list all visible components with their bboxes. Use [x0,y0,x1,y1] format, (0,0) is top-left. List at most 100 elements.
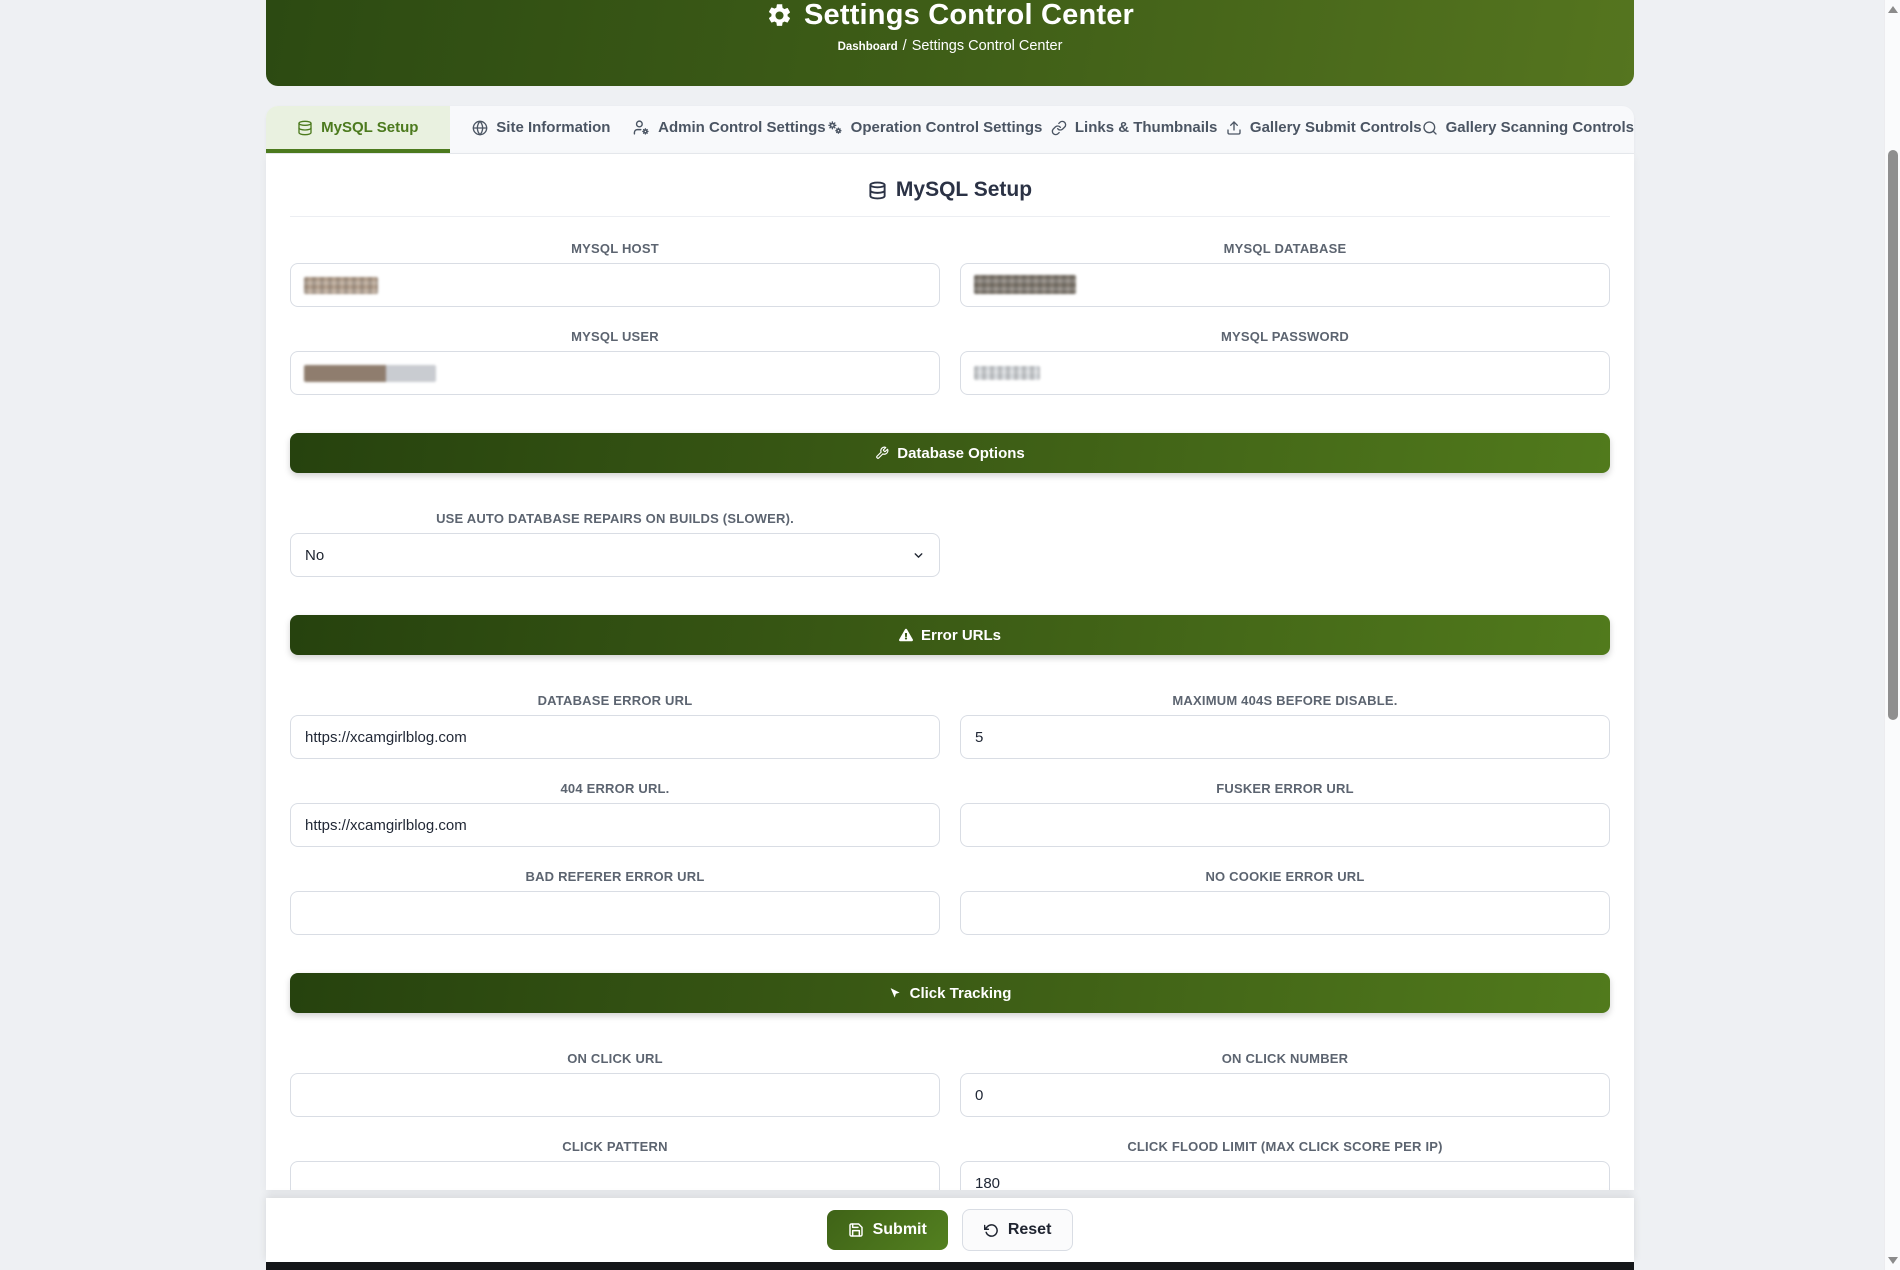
tab-label: Admin Control Settings [658,119,826,136]
max-404s-input[interactable] [960,715,1610,759]
mysql-host-input[interactable] [290,263,940,307]
user-gear-icon [633,119,650,136]
submit-label: Submit [873,1221,927,1239]
tab-links-thumbnails[interactable]: Links & Thumbnails [1042,106,1226,153]
field-label: CLICK PATTERN [290,1139,940,1154]
globe-icon [472,120,488,136]
on-click-number-input[interactable] [960,1073,1610,1117]
field-mysql-user: MYSQL USER [290,329,940,395]
field-label: FUSKER ERROR URL [960,781,1610,796]
panel-heading-text: MySQL Setup [896,178,1032,202]
auto-repairs-select[interactable]: No [290,533,940,577]
field-no-cookie-error-url: NO COOKIE ERROR URL [960,869,1610,935]
field-on-click-number: ON CLICK NUMBER [960,1051,1610,1117]
tab-label: Operation Control Settings [851,119,1043,136]
field-on-click-url: ON CLICK URL [290,1051,940,1117]
field-label: MYSQL HOST [290,241,940,256]
cursor-icon [889,987,902,1000]
bad-referer-error-url-input[interactable] [290,891,940,935]
gear-icon [766,2,793,29]
rotate-ccw-icon [984,1223,999,1238]
section-database-options: Database Options [290,433,1610,473]
section-click-tracking: Click Tracking [290,973,1610,1013]
tab-gallery-scanning-controls[interactable]: Gallery Scanning Controls [1422,106,1634,153]
censored-value [304,277,378,294]
no-cookie-error-url-input[interactable] [960,891,1610,935]
field-fusker-error-url: FUSKER ERROR URL [960,781,1610,847]
tab-site-information[interactable]: Site Information [450,106,634,153]
mysql-password-input[interactable] [960,351,1610,395]
tab-admin-control-settings[interactable]: Admin Control Settings [633,106,826,153]
gears-icon [826,119,843,136]
breadcrumb-dashboard-link[interactable]: Dashboard [838,41,898,53]
404-error-url-input[interactable] [290,803,940,847]
database-icon [868,181,887,200]
section-error-urls: Error URLs [290,615,1610,655]
field-click-pattern: CLICK PATTERN Comma-separated numbers (e… [290,1139,940,1190]
click-flood-limit-input[interactable] [960,1161,1610,1190]
tab-label: Links & Thumbnails [1075,119,1218,136]
field-label: MYSQL DATABASE [960,241,1610,256]
tab-mysql-setup[interactable]: MySQL Setup [266,106,450,153]
form-action-bar: Submit Reset [266,1198,1634,1262]
field-label: USE AUTO DATABASE REPAIRS ON BUILDS (SLO… [290,511,940,526]
field-label: DATABASE ERROR URL [290,693,940,708]
field-bad-referer-error-url: BAD REFERER ERROR URL [290,869,940,935]
fusker-error-url-input[interactable] [960,803,1610,847]
field-label: BAD REFERER ERROR URL [290,869,940,884]
tab-gallery-submit-controls[interactable]: Gallery Submit Controls [1226,106,1422,153]
wrench-icon [875,446,889,460]
field-label: MAXIMUM 404S BEFORE DISABLE. [960,693,1610,708]
database-error-url-input[interactable] [290,715,940,759]
field-404-error-url: 404 ERROR URL. [290,781,940,847]
page-title: Settings Control Center [804,0,1134,32]
chevron-down-icon [912,549,925,562]
mysql-setup-panel: MySQL Setup MYSQL HOST MYSQL DATABASE MY… [266,154,1634,1190]
tab-label: Gallery Scanning Controls [1446,119,1634,136]
field-database-error-url: DATABASE ERROR URL [290,693,940,759]
scroll-down-arrow-icon[interactable] [1888,1257,1898,1264]
vertical-scrollbar[interactable] [1884,0,1900,1270]
field-mysql-database: MYSQL DATABASE [960,241,1610,307]
search-icon [1422,120,1438,136]
censored-value [974,366,1040,380]
field-label: 404 ERROR URL. [290,781,940,796]
tab-operation-control-settings[interactable]: Operation Control Settings [826,106,1043,153]
panel-heading: MySQL Setup [290,178,1610,202]
settings-tabbar: MySQL Setup Site Information Admin Contr… [266,106,1634,154]
tab-label: Gallery Submit Controls [1250,119,1422,136]
submit-button[interactable]: Submit [827,1210,948,1250]
field-mysql-host: MYSQL HOST [290,241,940,307]
breadcrumb-separator: / [903,38,907,54]
field-mysql-password: MYSQL PASSWORD [960,329,1610,395]
field-label: ON CLICK URL [290,1051,940,1066]
field-auto-repairs: USE AUTO DATABASE REPAIRS ON BUILDS (SLO… [290,511,940,577]
field-click-flood-limit: CLICK FLOOD LIMIT (MAX CLICK SCORE PER I… [960,1139,1610,1190]
page-header: Settings Control Center Dashboard / Sett… [266,0,1634,86]
scrollbar-thumb[interactable] [1888,150,1898,720]
section-title: Click Tracking [910,985,1012,1002]
page-title-row: Settings Control Center [766,0,1134,32]
section-title: Error URLs [921,627,1001,644]
field-label: CLICK FLOOD LIMIT (MAX CLICK SCORE PER I… [960,1139,1610,1154]
on-click-url-input[interactable] [290,1073,940,1117]
heading-divider [290,216,1610,217]
tab-label: Site Information [496,119,610,136]
censored-value [974,275,1076,294]
breadcrumb-current: Settings Control Center [912,38,1063,54]
field-label: ON CLICK NUMBER [960,1051,1610,1066]
scroll-up-arrow-icon[interactable] [1888,6,1898,13]
save-icon [848,1222,864,1238]
reset-label: Reset [1008,1221,1052,1239]
field-max-404s: MAXIMUM 404S BEFORE DISABLE. [960,693,1610,759]
window-bottom-edge [266,1262,1634,1270]
settings-page: Settings Control Center Dashboard / Sett… [266,0,1634,1270]
breadcrumb: Dashboard / Settings Control Center [838,38,1063,54]
field-label: MYSQL PASSWORD [960,329,1610,344]
field-label: NO COOKIE ERROR URL [960,869,1610,884]
reset-button[interactable]: Reset [962,1209,1074,1251]
field-label: MYSQL USER [290,329,940,344]
click-pattern-input[interactable] [290,1161,940,1190]
warning-icon [899,628,913,642]
database-icon [297,120,313,136]
